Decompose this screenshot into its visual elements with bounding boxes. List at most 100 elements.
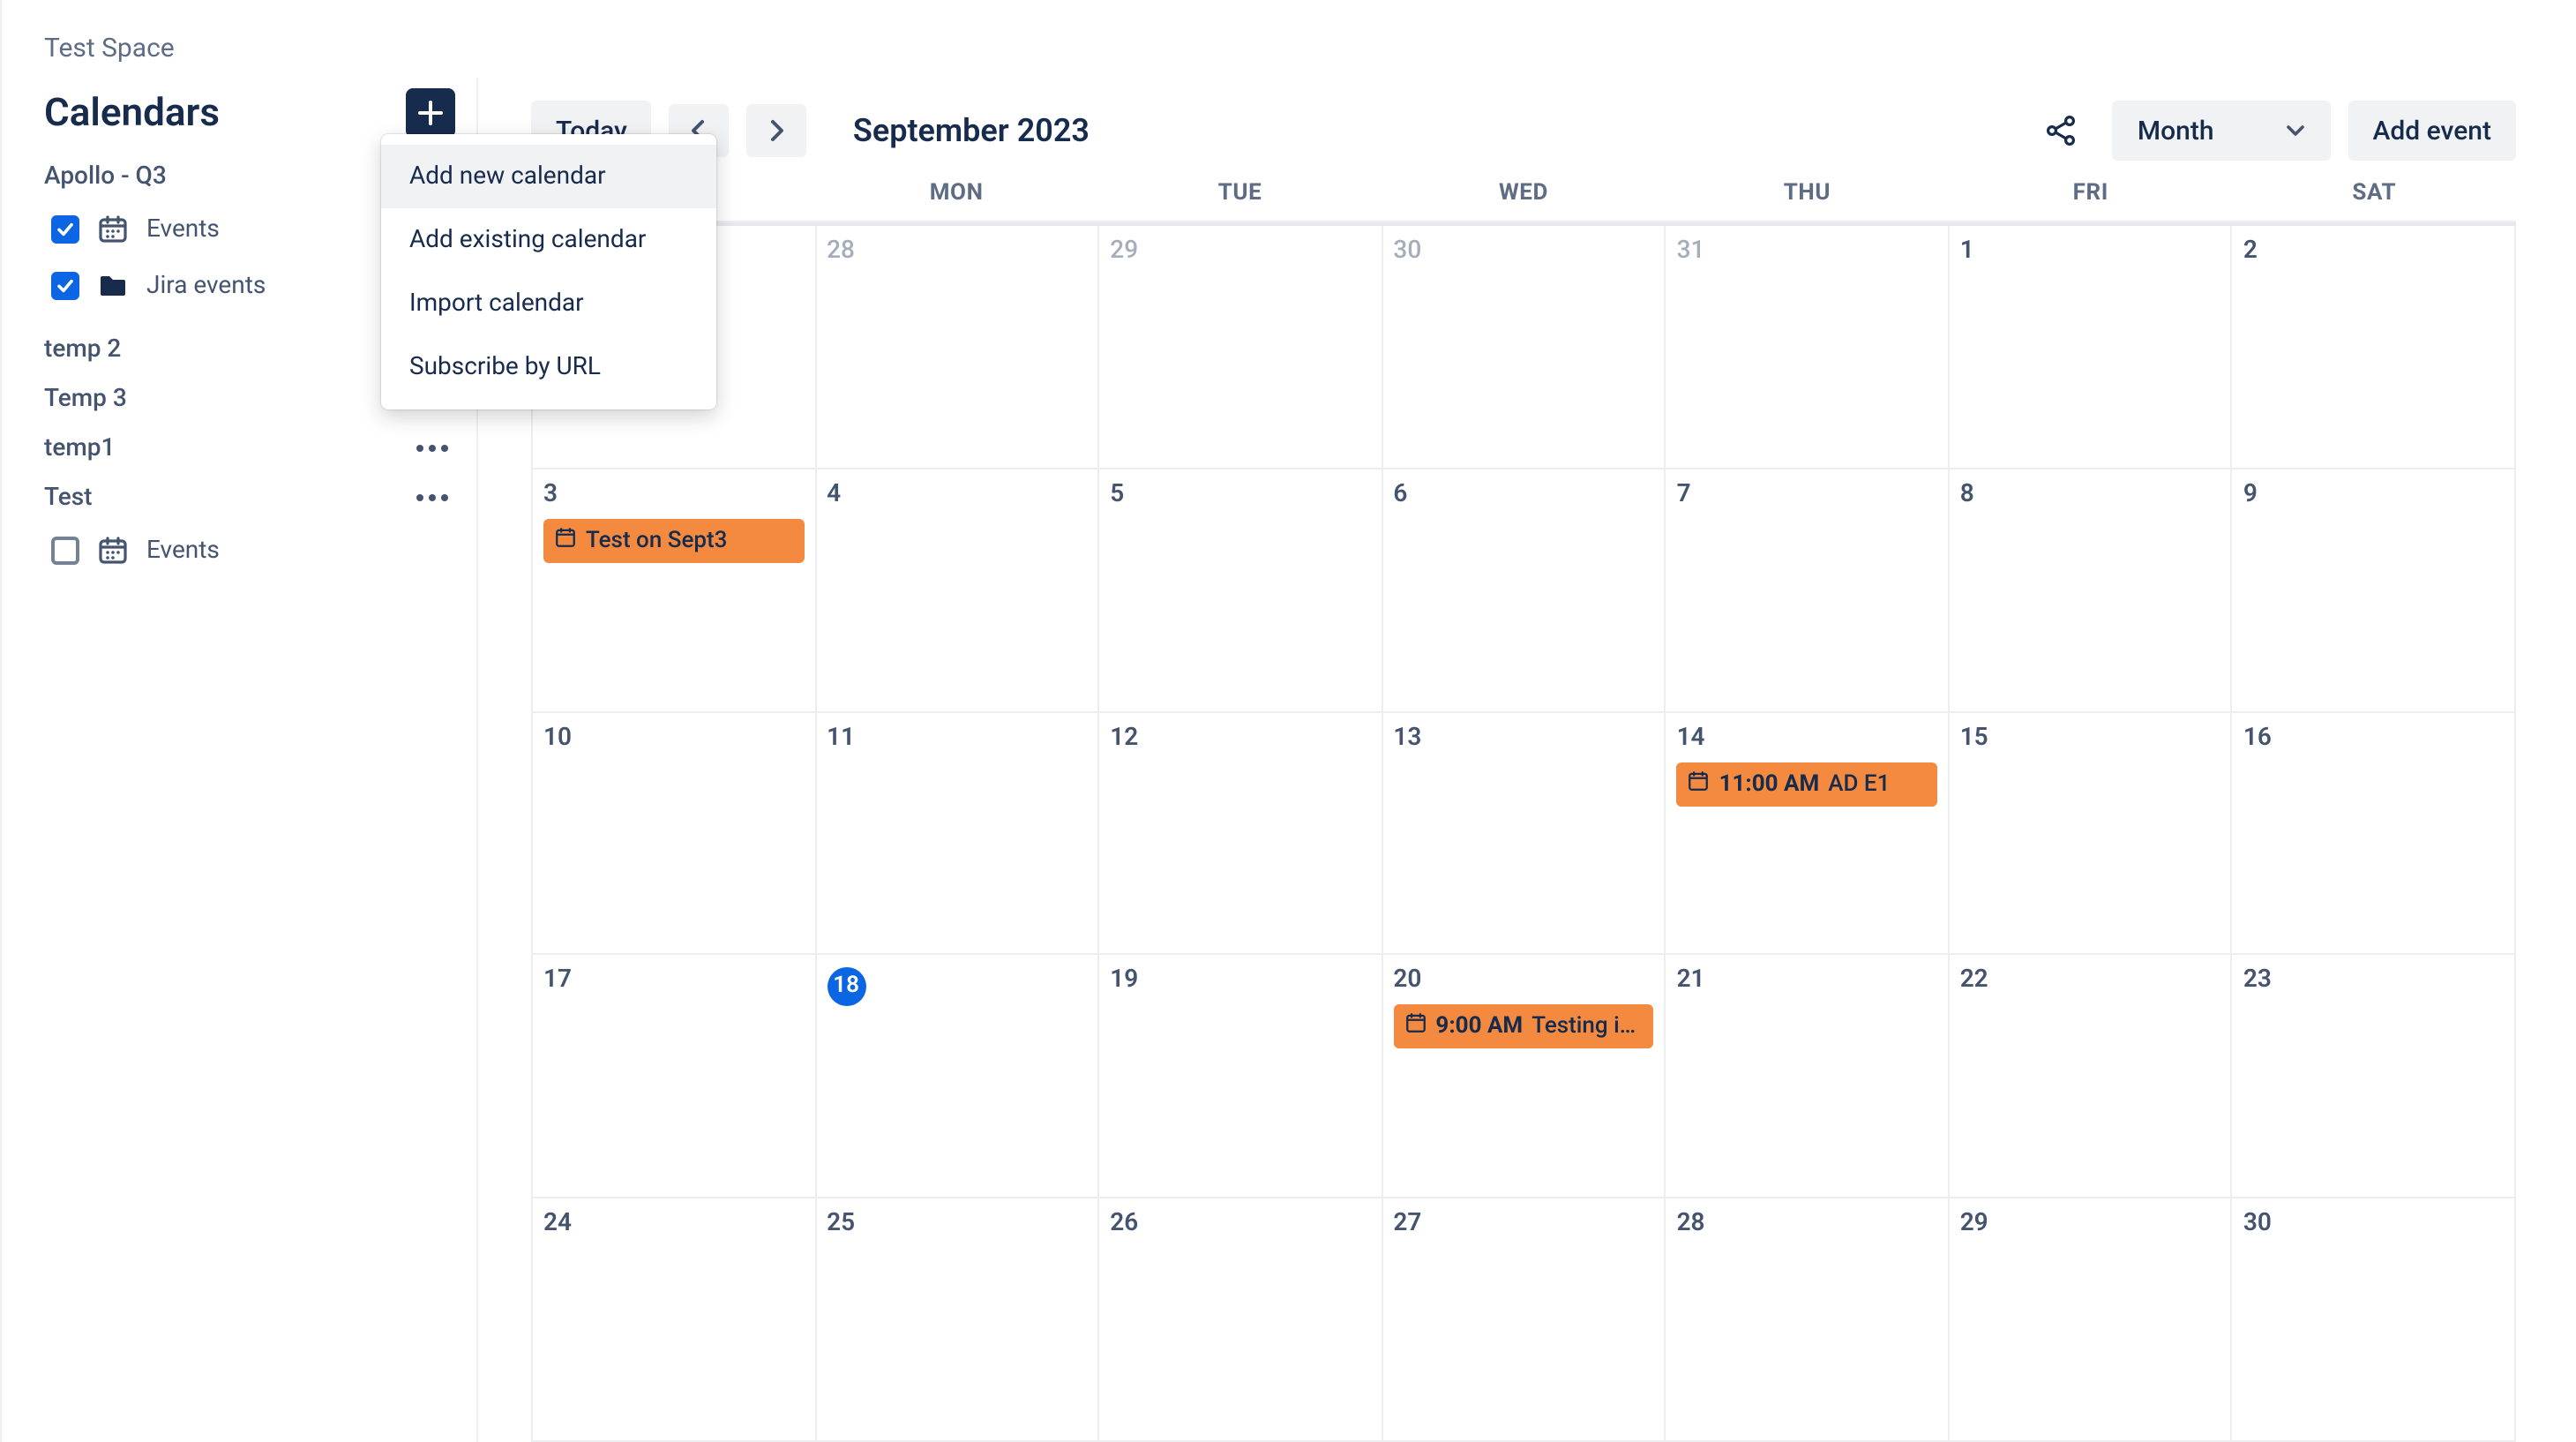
weekday-header-row: SUNMONTUEWEDTHUFRISAT: [531, 180, 2516, 222]
day-number: 8: [1960, 480, 2220, 508]
add-event-button[interactable]: Add event: [2348, 101, 2517, 161]
more-icon[interactable]: [409, 487, 455, 508]
day-number: 15: [1960, 723, 2220, 751]
day-number: 13: [1393, 723, 1653, 751]
day-cell[interactable]: 13: [1382, 712, 1666, 956]
day-cell[interactable]: 29: [1950, 1198, 2233, 1442]
calendar-item-label: Events: [146, 215, 220, 244]
space-name: Test Space: [2, 0, 2558, 78]
day-number: 18: [827, 967, 865, 1006]
share-icon: [2044, 113, 2079, 148]
calendar-group[interactable]: temp1: [44, 434, 455, 462]
calendar-group[interactable]: Test: [44, 484, 455, 512]
day-cell[interactable]: 26: [1099, 1198, 1382, 1442]
chevron-right-icon: [765, 118, 790, 143]
weekday-header: TUE: [1098, 180, 1382, 207]
day-cell[interactable]: 2: [2233, 226, 2516, 469]
day-cell[interactable]: 7: [1666, 469, 1950, 713]
view-select[interactable]: Month: [2113, 101, 2331, 161]
day-cell[interactable]: 4: [816, 469, 1099, 713]
day-cell[interactable]: 15: [1950, 712, 2233, 956]
calendar-checkbox[interactable]: [51, 215, 79, 244]
day-number: 14: [1677, 723, 1937, 751]
weekday-header: THU: [1666, 180, 1949, 207]
add-calendar-menu: Add new calendarAdd existing calendarImp…: [381, 134, 716, 409]
day-cell[interactable]: 21: [1666, 956, 1950, 1199]
calendar-checkbox[interactable]: [51, 537, 79, 565]
chevron-down-icon: [2285, 120, 2306, 141]
day-cell[interactable]: 14 11:00 AMAD E1: [1666, 712, 1950, 956]
event-title: AD E1: [1828, 770, 1890, 797]
day-cell[interactable]: 30: [2233, 1198, 2516, 1442]
day-number: 27: [1393, 1209, 1653, 1237]
add-calendar-button[interactable]: [406, 88, 455, 138]
day-cell[interactable]: 10: [533, 712, 816, 956]
day-number: 20: [1393, 966, 1653, 995]
weekday-header: FRI: [1949, 180, 2232, 207]
day-number: 12: [1110, 723, 1370, 751]
calendar-icon: [97, 535, 129, 567]
day-number: 2: [2243, 237, 2504, 265]
day-cell[interactable]: 20 9:00 AMTesting inv: [1382, 956, 1666, 1199]
day-cell[interactable]: 28: [816, 226, 1099, 469]
day-cell[interactable]: 25: [816, 1198, 1099, 1442]
share-button[interactable]: [2028, 99, 2095, 162]
day-cell[interactable]: 3Test on Sept3: [533, 469, 816, 713]
day-cell[interactable]: 23: [2233, 956, 2516, 1199]
day-cell[interactable]: 28: [1666, 1198, 1950, 1442]
weekday-header: WED: [1382, 180, 1665, 207]
day-number: 31: [1677, 237, 1937, 265]
day-cell[interactable]: 24: [533, 1198, 816, 1442]
next-month-button[interactable]: [747, 104, 807, 157]
day-number: 28: [827, 237, 1087, 265]
calendar-event[interactable]: 11:00 AMAD E1: [1677, 762, 1937, 806]
day-cell[interactable]: 30: [1382, 226, 1666, 469]
day-cell[interactable]: 17: [533, 956, 816, 1199]
day-number: 22: [1960, 966, 2220, 995]
event-icon: [554, 526, 577, 556]
day-cell[interactable]: 31: [1666, 226, 1950, 469]
day-cell[interactable]: 6: [1382, 469, 1666, 713]
more-icon[interactable]: [409, 438, 455, 459]
day-cell[interactable]: 11: [816, 712, 1099, 956]
weekday-header: SAT: [2233, 180, 2516, 207]
plus-icon: [416, 99, 445, 127]
calendar-checkbox[interactable]: [51, 272, 79, 300]
day-cell[interactable]: 27: [1382, 1198, 1666, 1442]
weekday-header: MON: [814, 180, 1097, 207]
day-cell[interactable]: 8: [1950, 469, 2233, 713]
calendar-grid: 2728293031123Test on Sept345678910111213…: [531, 222, 2516, 1442]
day-cell[interactable]: 29: [1099, 226, 1382, 469]
menu-item[interactable]: Import calendar: [381, 272, 716, 335]
menu-item[interactable]: Add existing calendar: [381, 208, 716, 272]
day-number: 29: [1110, 237, 1370, 265]
day-cell[interactable]: 22: [1950, 956, 2233, 1199]
calendar-event[interactable]: Test on Sept3: [543, 519, 804, 563]
calendar-group-name: Apollo - Q3: [44, 162, 167, 191]
menu-item[interactable]: Subscribe by URL: [381, 335, 716, 399]
calendar-group-name: Test: [44, 484, 93, 512]
day-cell[interactable]: 19: [1099, 956, 1382, 1199]
calendar-group-name: Temp 3: [44, 385, 127, 413]
day-cell[interactable]: 5: [1099, 469, 1382, 713]
day-number: 10: [543, 723, 804, 751]
event-time: 9:00 AM: [1435, 1014, 1523, 1040]
day-cell[interactable]: 16: [2233, 712, 2516, 956]
day-number: 6: [1393, 480, 1653, 508]
calendar-group-name: temp 2: [44, 335, 121, 364]
day-cell[interactable]: 1: [1950, 226, 2233, 469]
day-number: 26: [1110, 1209, 1370, 1237]
day-cell[interactable]: 18: [816, 956, 1099, 1199]
day-number: 9: [2243, 480, 2504, 508]
menu-item[interactable]: Add new calendar: [381, 145, 716, 208]
event-icon: [1688, 769, 1711, 799]
day-number: 19: [1110, 966, 1370, 995]
month-title: September 2023: [853, 112, 1090, 149]
calendar-item[interactable]: Events: [44, 522, 455, 579]
calendar-icon: [97, 214, 129, 245]
sidebar-title: Calendars: [44, 91, 220, 135]
view-select-label: Month: [2138, 115, 2214, 146]
day-cell[interactable]: 12: [1099, 712, 1382, 956]
day-cell[interactable]: 9: [2233, 469, 2516, 713]
calendar-event[interactable]: 9:00 AMTesting inv: [1393, 1005, 1653, 1049]
